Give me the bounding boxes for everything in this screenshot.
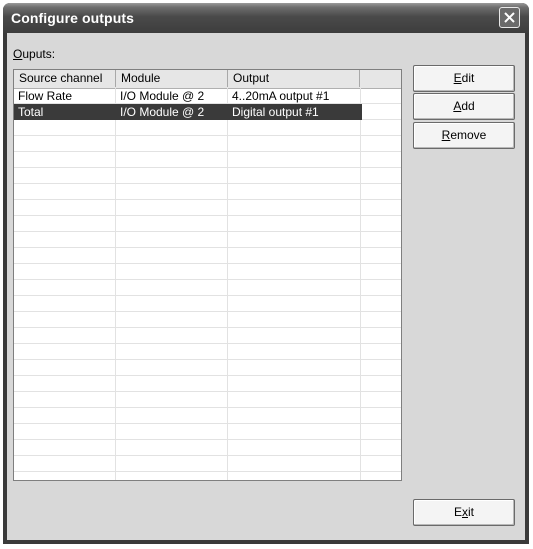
close-x-icon xyxy=(504,12,515,23)
add-label: dd xyxy=(461,99,475,113)
exit-label-pre: E xyxy=(453,505,462,519)
close-button[interactable] xyxy=(499,7,520,28)
cell-module: I/O Module @ 2 xyxy=(120,105,205,119)
title-bar[interactable]: Configure outputs xyxy=(3,3,529,33)
remove-mnemonic: R xyxy=(441,128,451,142)
edit-mnemonic: E xyxy=(453,71,462,85)
edit-button[interactable]: Edit xyxy=(413,65,515,92)
cell-source-channel: Total xyxy=(18,105,44,119)
list-header: Source channel Module Output xyxy=(14,70,401,89)
outputs-list[interactable]: Source channel Module Output Flow Rate I… xyxy=(13,69,402,481)
window-title: Configure outputs xyxy=(11,10,135,26)
grid-column-line xyxy=(227,88,228,480)
cell-source-channel: Flow Rate xyxy=(18,89,73,103)
list-grid xyxy=(14,88,401,480)
cell-output: Digital output #1 xyxy=(232,105,319,119)
exit-label: it xyxy=(468,505,474,519)
grid-column-line xyxy=(360,88,361,480)
column-header-filler xyxy=(360,70,401,87)
remove-button[interactable]: Remove xyxy=(413,122,515,149)
remove-label: emove xyxy=(450,128,487,142)
edit-label: dit xyxy=(461,71,475,85)
configure-outputs-dialog: Configure outputs Ouputs: Source channel… xyxy=(3,3,529,544)
column-header-source-channel[interactable]: Source channel xyxy=(14,70,116,87)
cell-output: 4..20mA output #1 xyxy=(232,89,330,103)
table-row[interactable]: Flow Rate I/O Module @ 2 4..20mA output … xyxy=(14,88,362,104)
table-row-selected[interactable]: Total I/O Module @ 2 Digital output #1 xyxy=(14,104,362,120)
outputs-label: Ouputs: xyxy=(13,47,55,61)
cell-module: I/O Module @ 2 xyxy=(120,89,205,103)
outputs-label-text: uputs: xyxy=(22,47,56,61)
column-header-output[interactable]: Output xyxy=(228,70,360,87)
outputs-label-mnemonic: O xyxy=(13,47,23,61)
column-header-module[interactable]: Module xyxy=(116,70,228,87)
grid-column-line xyxy=(115,88,116,480)
exit-button[interactable]: Exit xyxy=(413,499,515,526)
add-button[interactable]: Add xyxy=(413,93,515,120)
dialog-body: Ouputs: Source channel Module Output Flo… xyxy=(7,33,525,540)
